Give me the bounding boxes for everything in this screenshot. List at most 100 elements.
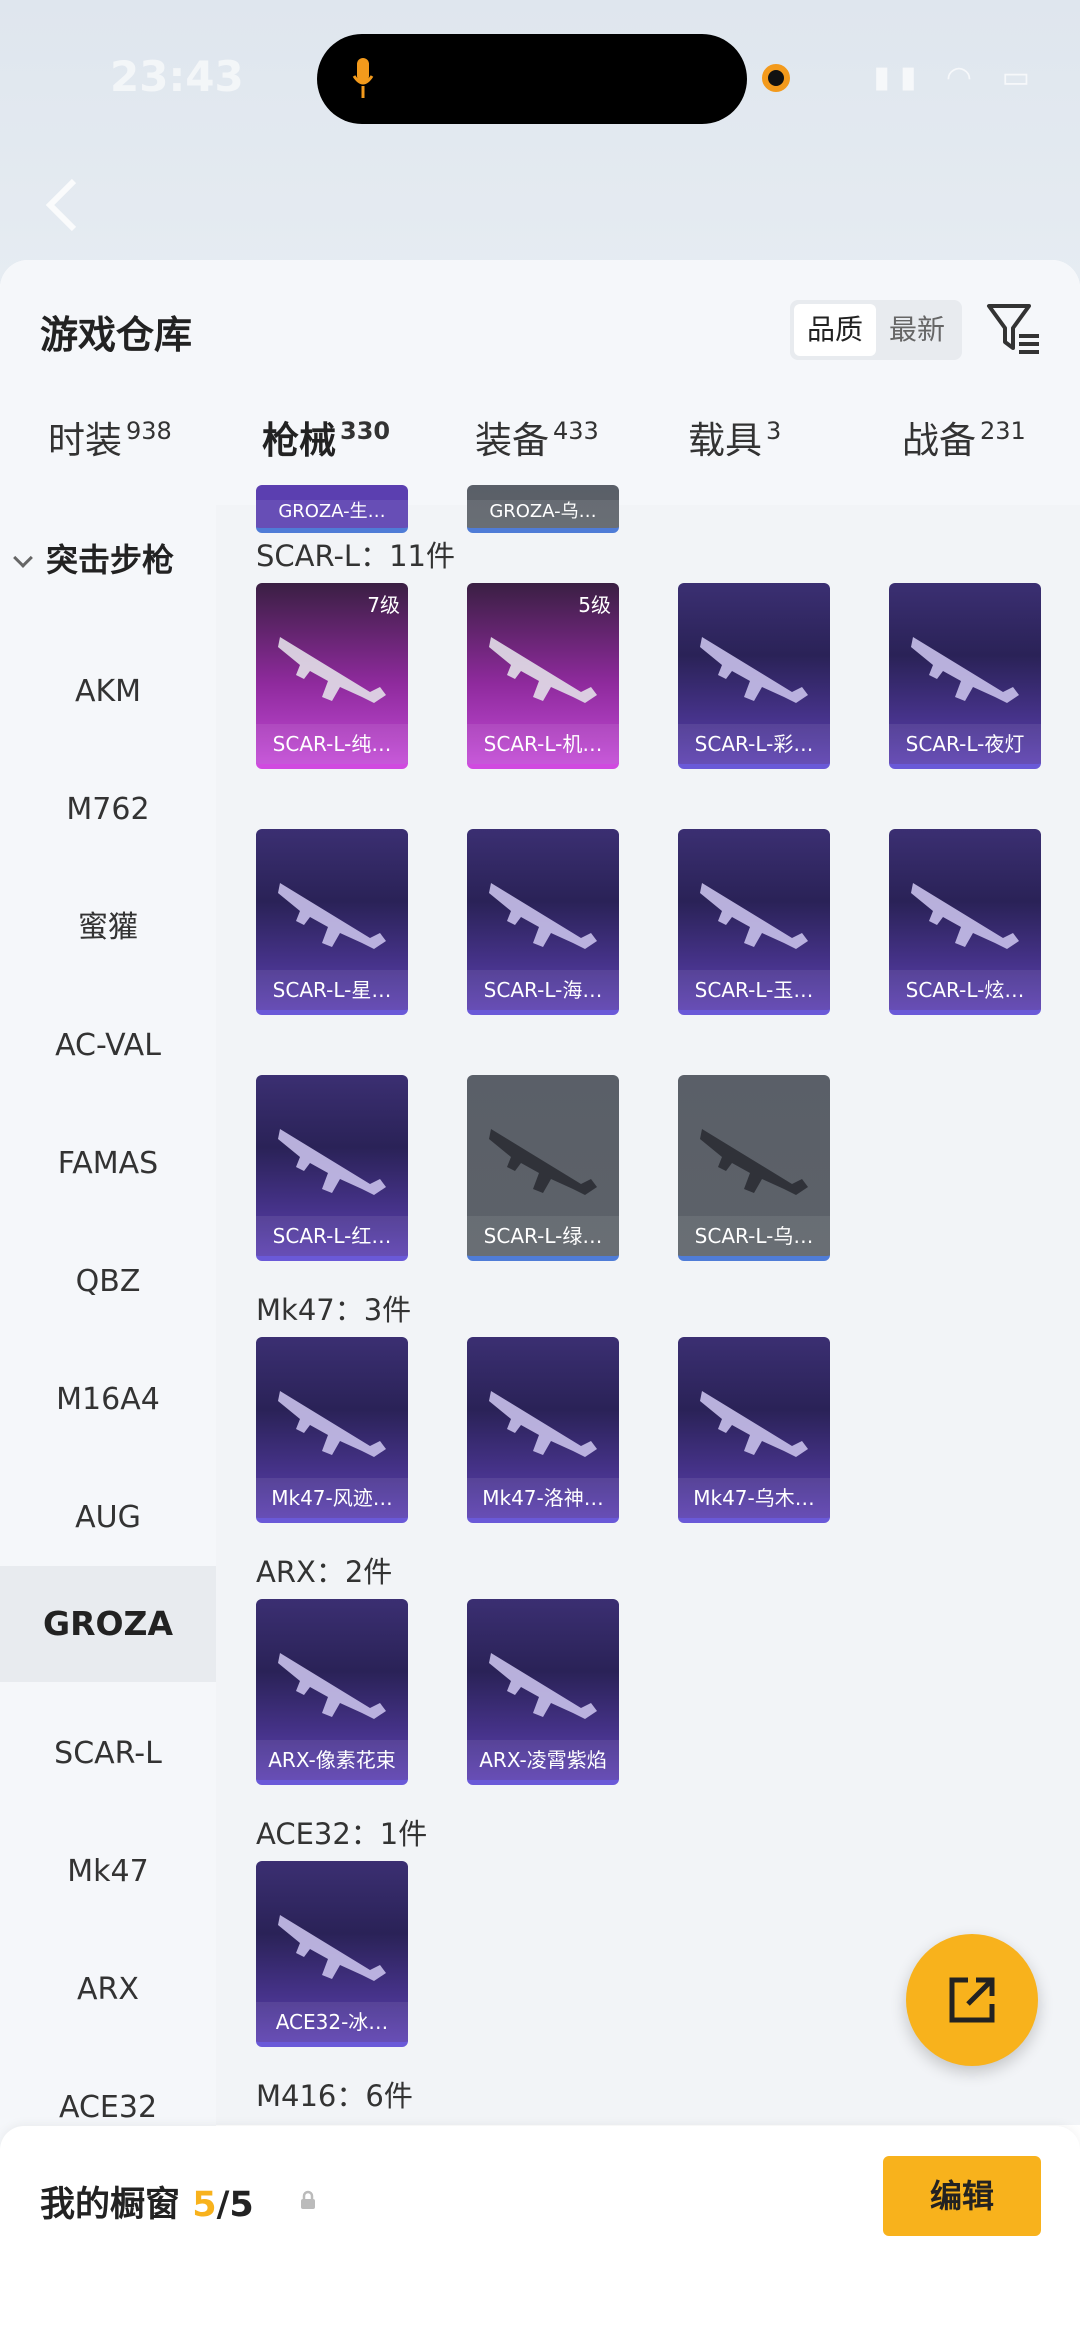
group-label: Mk47：3件 [256,1293,412,1327]
rifle-icon [489,1129,597,1195]
item-card-label: Mk47-乌木… [678,1478,830,1518]
item-card-label: SCAR-L-星… [256,970,408,1010]
rifle-icon [278,637,386,703]
item-card[interactable]: GROZA-生… [256,485,408,533]
item-card[interactable]: 5级 SCAR-L-机… [467,583,619,769]
tab-label: 时装 [48,419,122,462]
sidebar-item-groza[interactable]: GROZA [0,1566,216,1682]
sidebar-category-label: 突击步枪 [46,541,175,579]
microphone-icon [352,58,374,98]
sidebar-item-scarl[interactable]: SCAR-L [0,1704,216,1804]
tab-label: 装备 [475,419,549,462]
item-card-label: GROZA-乌… [467,500,619,528]
back-arrow-icon[interactable] [42,175,82,235]
page-title: 游戏仓库 [40,313,193,357]
item-card[interactable]: GROZA-乌… [467,485,619,533]
tab-count: 231 [980,417,1026,445]
item-card[interactable]: SCAR-L-绿… [467,1075,619,1261]
sidebar-item-honeybadger[interactable]: 蜜獾 [0,878,216,978]
item-card[interactable]: ARX-像素花束 [256,1599,408,1785]
lock-icon [301,2190,315,2209]
item-card[interactable]: SCAR-L-彩… [678,583,830,769]
tab-equipment[interactable]: 装备 433 [475,410,599,464]
rifle-icon [489,1653,597,1719]
item-card-label: Mk47-洛神… [467,1478,619,1518]
sidebar-item-famas[interactable]: FAMAS [0,1114,216,1214]
showcase-label: 我的橱窗 5/5 [40,2176,254,2227]
tab-vehicles[interactable]: 载具 3 [688,410,781,464]
item-card-label: SCAR-L-炫… [889,970,1041,1010]
item-card-label: SCAR-L-机… [467,724,619,764]
item-card[interactable]: ACE32-冰… [256,1861,408,2047]
group-label: SCAR-L：11件 [256,539,455,573]
item-card-label: SCAR-L-夜灯 [889,724,1041,764]
tab-count: 330 [340,417,391,445]
tab-count: 3 [766,417,782,445]
item-card-label: SCAR-L-乌… [678,1216,830,1256]
item-card-label: ARX-凌霄紫焰 [467,1740,619,1780]
item-card[interactable]: Mk47-乌木… [678,1337,830,1523]
item-card-label: ACE32-冰… [256,2002,408,2042]
sidebar-item-qbz[interactable]: QBZ [0,1232,216,1332]
rifle-icon [700,1129,808,1195]
sidebar-item-acval[interactable]: AC-VAL [0,996,216,1096]
rifle-icon [278,1653,386,1719]
sidebar-category-header[interactable]: 突击步枪 [13,535,175,581]
sidebar-item-arx[interactable]: ARX [0,1940,216,2040]
rifle-icon [278,1391,386,1457]
rifle-icon [278,1915,386,1981]
tab-supplies[interactable]: 战备 231 [902,410,1026,464]
edit-button[interactable]: 编辑 [883,2156,1041,2236]
item-card[interactable]: ARX-凌霄紫焰 [467,1599,619,1785]
recording-indicator-icon [762,64,790,92]
showcase-total: /5 [216,2185,254,2225]
item-card[interactable]: 7级 SCAR-L-纯… [256,583,408,769]
item-card[interactable]: SCAR-L-炫… [889,829,1041,1015]
sidebar-item-m16a4[interactable]: M16A4 [0,1350,216,1450]
tab-count: 433 [553,417,599,445]
rifle-icon [700,1391,808,1457]
sidebar-item-akm[interactable]: AKM [0,642,216,742]
sort-quality-option[interactable]: 品质 [794,304,876,356]
rifle-icon [911,637,1019,703]
sheet-header: 游戏仓库 品质 最新 时装 938 枪械 330 装备 433 载具 3 战备 231 [0,260,1080,505]
dynamic-island [317,34,747,124]
tab-guns[interactable]: 枪械 330 [262,410,390,464]
sidebar-item-mk47[interactable]: Mk47 [0,1822,216,1922]
group-label: M416：6件 [256,2079,413,2113]
sort-toggle[interactable]: 品质 最新 [790,300,962,360]
showcase-count: 5 [192,2185,217,2225]
status-time: 23:43 [110,52,244,101]
tab-count: 938 [126,417,172,445]
item-level-badge: 5级 [578,593,611,617]
filter-icon[interactable] [985,300,1043,358]
item-level-badge: 7级 [367,593,400,617]
item-card[interactable]: SCAR-L-夜灯 [889,583,1041,769]
tab-label: 战备 [902,419,976,462]
system-status-icons: ▮▮ ◠ ▭ [873,60,1040,95]
sidebar-item-m762[interactable]: M762 [0,760,216,860]
sort-newest-option[interactable]: 最新 [876,304,958,356]
rifle-icon [911,883,1019,949]
item-card-label: SCAR-L-玉… [678,970,830,1010]
rifle-icon [489,637,597,703]
item-card-label: SCAR-L-红… [256,1216,408,1256]
item-card-label: Mk47-风迹… [256,1478,408,1518]
item-card[interactable]: Mk47-风迹… [256,1337,408,1523]
share-fab-button[interactable] [906,1934,1038,2066]
showcase-title: 我的橱窗 [40,2185,181,2225]
rifle-icon [700,883,808,949]
item-card-label: SCAR-L-海… [467,970,619,1010]
sidebar-item-aug[interactable]: AUG [0,1468,216,1568]
item-card[interactable]: SCAR-L-海… [467,829,619,1015]
item-card[interactable]: SCAR-L-星… [256,829,408,1015]
item-card-label: SCAR-L-绿… [467,1216,619,1256]
tab-fashion[interactable]: 时装 938 [48,410,172,464]
rifle-icon [489,1391,597,1457]
item-card[interactable]: SCAR-L-乌… [678,1075,830,1261]
item-card[interactable]: SCAR-L-红… [256,1075,408,1261]
item-card-label: ARX-像素花束 [256,1740,408,1780]
item-card[interactable]: Mk47-洛神… [467,1337,619,1523]
group-label: ACE32：1件 [256,1817,428,1851]
item-card[interactable]: SCAR-L-玉… [678,829,830,1015]
